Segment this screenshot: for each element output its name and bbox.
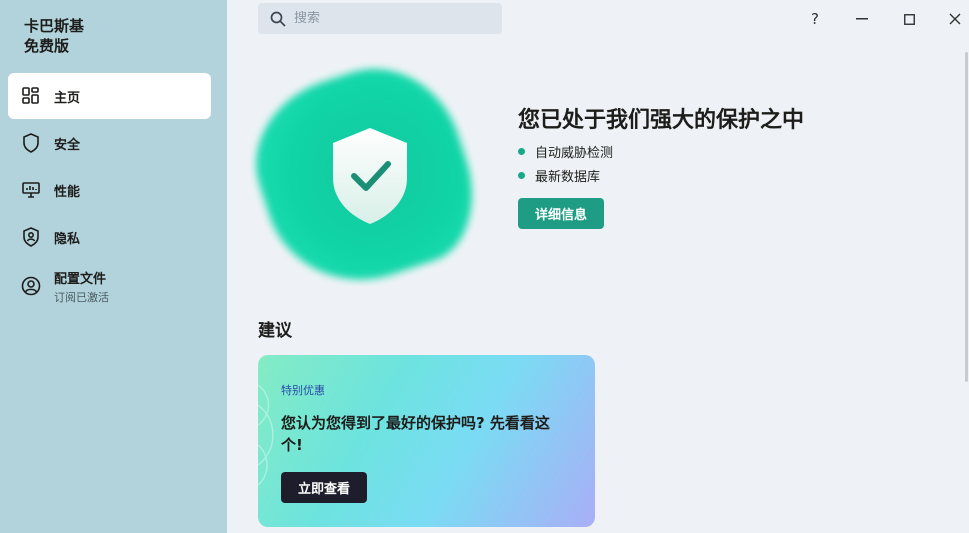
- promo-headline: 您认为您得到了最好的保护吗? 先看看这个!: [281, 414, 550, 454]
- sidebar-item-label: 主页: [54, 90, 81, 106]
- shield-check-icon: [333, 128, 407, 224]
- search-input[interactable]: [294, 11, 484, 26]
- sidebar-item-label: 隐私: [54, 231, 81, 247]
- bullet-dot: [518, 147, 525, 155]
- maximize-icon: [903, 13, 915, 25]
- user-circle-icon: [21, 276, 41, 296]
- list-item: 最新数据库: [518, 163, 613, 187]
- search-icon: [270, 11, 286, 27]
- help-button[interactable]: ?: [800, 6, 830, 32]
- minimize-icon: [856, 18, 868, 20]
- maximize-button[interactable]: [894, 6, 924, 32]
- status-list: 自动威胁检测 最新数据库: [518, 139, 613, 187]
- sidebar-item-security[interactable]: 安全: [8, 120, 211, 166]
- scrollbar[interactable]: [965, 52, 968, 382]
- list-item: 自动威胁检测: [518, 139, 613, 163]
- app-edition: 免费版: [24, 37, 70, 55]
- close-button[interactable]: [940, 6, 969, 32]
- app-name: 卡巴斯基: [24, 17, 85, 35]
- sidebar-item-performance[interactable]: 性能: [8, 167, 211, 213]
- promo-tag: 特别优惠: [281, 384, 325, 397]
- recommendations-title: 建议: [258, 321, 292, 341]
- sidebar-item-label: 安全: [54, 137, 81, 153]
- promo-card[interactable]: 特别优惠 您认为您得到了最好的保护吗? 先看看这个! 立即查看: [258, 355, 595, 527]
- subscription-status: 订阅已激活: [54, 290, 109, 304]
- bullet-text: 最新数据库: [535, 169, 601, 185]
- sidebar-nav: 主页 安全 性能 隐私 配置文件 订阅已激活: [8, 73, 211, 312]
- monitor-icon: [21, 180, 41, 200]
- sidebar: 卡巴斯基 免费版 主页 安全 性能 隐私 配置文件 订阅已激活: [0, 0, 227, 533]
- app-title: 卡巴斯基 免费版: [24, 16, 84, 56]
- sidebar-item-profile[interactable]: 配置文件 订阅已激活: [8, 261, 211, 311]
- sidebar-item-home[interactable]: 主页: [8, 73, 211, 119]
- sidebar-item-label: 配置文件: [54, 271, 107, 287]
- close-icon: [949, 13, 961, 25]
- sidebar-item-label: 性能: [54, 184, 81, 200]
- search-box[interactable]: [258, 3, 502, 34]
- protection-illustration: [235, 47, 493, 305]
- details-button[interactable]: 详细信息: [518, 198, 604, 229]
- minimize-button[interactable]: [847, 6, 877, 32]
- bullet-dot: [518, 171, 525, 179]
- view-now-button[interactable]: 立即查看: [281, 472, 367, 503]
- sidebar-item-privacy[interactable]: 隐私: [8, 214, 211, 260]
- bullet-text: 自动威胁检测: [535, 145, 614, 161]
- shield-icon: [21, 133, 41, 153]
- privacy-shield-icon: [21, 227, 41, 247]
- home-grid-icon: [21, 86, 41, 106]
- protection-status-title: 您已处于我们强大的保护之中: [518, 108, 805, 133]
